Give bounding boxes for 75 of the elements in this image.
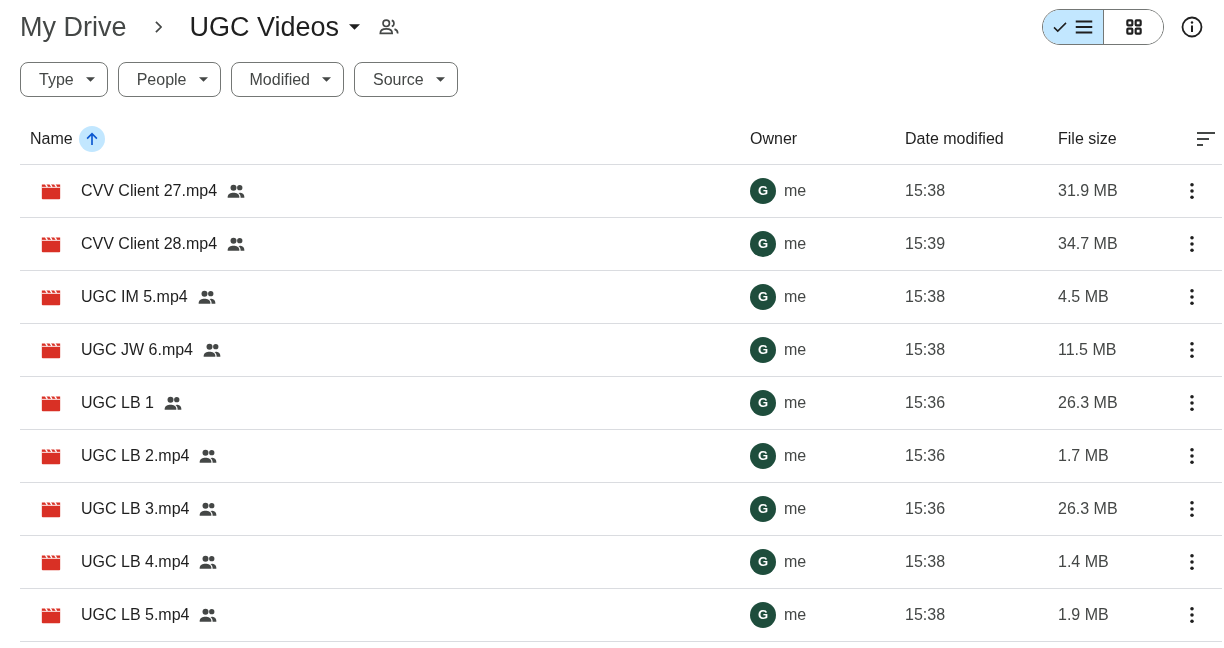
owner-name: me xyxy=(784,552,807,572)
file-size: 34.7 MB xyxy=(1058,235,1118,252)
modified-time: 15:36 xyxy=(905,394,946,411)
file-size: 4.5 MB xyxy=(1058,288,1109,305)
column-header[interactable]: Date modified xyxy=(905,126,1004,151)
modified-time: 15:36 xyxy=(905,500,946,517)
owner-name: me xyxy=(784,446,807,466)
owner-name: me xyxy=(784,393,807,413)
caret-icon xyxy=(198,77,208,82)
more-vertical-icon xyxy=(1190,448,1194,464)
more-vertical-icon xyxy=(1190,183,1194,199)
avatar: G xyxy=(750,231,776,257)
owner-name: me xyxy=(784,234,807,254)
caret-icon xyxy=(322,77,331,82)
info-icon[interactable] xyxy=(1180,15,1204,39)
file-size: 1.4 MB xyxy=(1058,553,1109,570)
avatar: G xyxy=(750,549,776,575)
filter-chip[interactable]: People xyxy=(117,62,221,97)
avatar: G xyxy=(750,443,776,469)
caret-icon xyxy=(349,24,361,30)
file-name: UGC LB 2.mp4 xyxy=(81,446,190,466)
avatar: G xyxy=(750,178,776,204)
filter-chip[interactable]: Type xyxy=(20,62,108,97)
file-name: UGC IM 5.mp4 xyxy=(81,287,188,307)
filter-chip[interactable]: Source xyxy=(354,62,458,97)
avatar: G xyxy=(750,390,776,416)
file-name: UGC LB 1 xyxy=(81,393,154,413)
filter-chip[interactable]: Modified xyxy=(230,62,344,97)
file-size: 11.5 MB xyxy=(1058,341,1117,358)
file-size: 26.3 MB xyxy=(1058,394,1118,411)
more-vertical-icon xyxy=(1190,342,1194,358)
owner-name: me xyxy=(784,340,807,360)
modified-time: 15:38 xyxy=(905,288,946,305)
avatar: G xyxy=(750,602,776,628)
owner-name: me xyxy=(784,181,807,201)
avatar: G xyxy=(750,496,776,522)
file-name: CVV Client 28.mp4 xyxy=(81,234,218,254)
more-vertical-icon xyxy=(1190,501,1194,517)
file-size: 26.3 MB xyxy=(1058,500,1118,517)
avatar: G xyxy=(750,337,776,363)
file-name: UGC LB 5.mp4 xyxy=(81,605,190,625)
owner-name: me xyxy=(784,605,807,625)
file-size: 1.7 MB xyxy=(1058,447,1109,464)
file-size: 1.9 MB xyxy=(1058,606,1109,623)
more-vertical-icon xyxy=(1190,236,1194,252)
chevron-right-icon xyxy=(154,21,162,33)
more-vertical-icon xyxy=(1190,289,1194,305)
file-name: UGC LB 4.mp4 xyxy=(81,552,190,572)
avatar: G xyxy=(750,284,776,310)
caret-icon xyxy=(85,77,95,82)
modified-time: 15:38 xyxy=(905,553,946,570)
sort-ascending-icon[interactable] xyxy=(78,125,105,152)
caret-icon xyxy=(435,77,445,82)
modified-time: 15:38 xyxy=(905,341,946,358)
file-name: CVV Client 27.mp4 xyxy=(81,181,218,201)
breadcrumb-item[interactable]: My Drive xyxy=(20,6,127,48)
modified-time: 15:39 xyxy=(905,235,946,252)
column-header[interactable]: Name xyxy=(30,126,73,151)
breadcrumb-item[interactable]: UGC Videos xyxy=(189,6,361,48)
more-vertical-icon xyxy=(1190,395,1194,411)
owner-name: me xyxy=(784,499,807,519)
more-vertical-icon xyxy=(1190,554,1194,570)
column-header[interactable]: Owner xyxy=(750,126,798,151)
file-name: UGC LB 3.mp4 xyxy=(81,499,190,519)
view-grid-button[interactable] xyxy=(1103,10,1163,44)
file-name: UGC JW 6.mp4 xyxy=(81,340,193,360)
column-header[interactable]: File size xyxy=(1058,126,1117,151)
more-vertical-icon xyxy=(1190,607,1194,623)
modified-time: 15:38 xyxy=(905,606,946,623)
grid-icon xyxy=(1123,17,1144,37)
modified-time: 15:38 xyxy=(905,182,946,199)
owner-name: me xyxy=(784,287,807,307)
view-list-button[interactable] xyxy=(1043,10,1103,44)
file-size: 31.9 MB xyxy=(1058,182,1118,199)
modified-time: 15:36 xyxy=(905,447,946,464)
